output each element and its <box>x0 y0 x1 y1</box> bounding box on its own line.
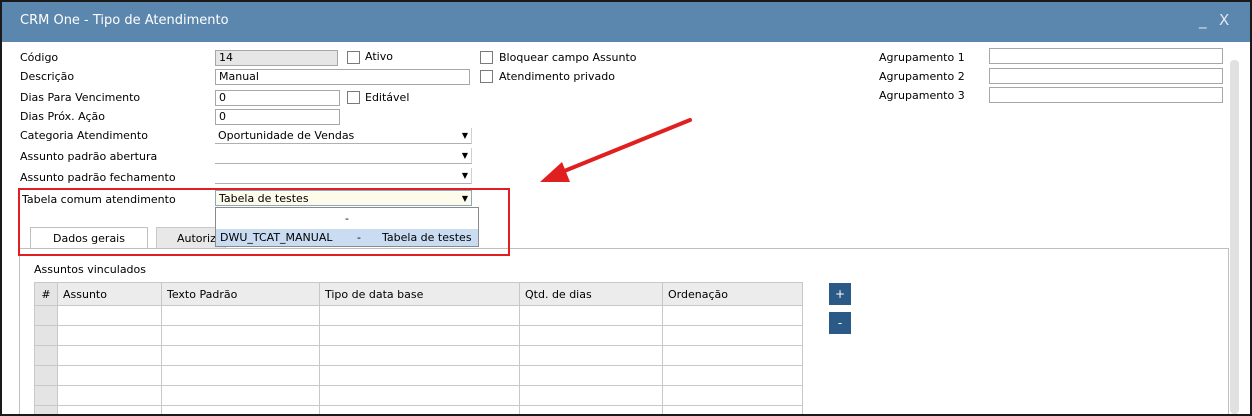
assunto-fechamento-select[interactable]: ▼ <box>215 168 472 184</box>
table-cell[interactable] <box>161 405 320 414</box>
table-cell[interactable] <box>34 345 58 366</box>
table-row[interactable] <box>34 325 803 346</box>
grid-header-row: # Assunto Texto Padrão Tipo de data base… <box>34 282 803 306</box>
table-cell[interactable] <box>319 385 520 406</box>
dias-prox-acao-field[interactable]: 0 <box>215 109 340 125</box>
column-header-index[interactable]: # <box>34 282 58 306</box>
ativo-label: Ativo <box>365 50 393 63</box>
table-cell[interactable] <box>519 345 663 366</box>
minimize-button[interactable]: _ <box>1199 11 1207 29</box>
table-cell[interactable] <box>34 325 58 346</box>
table-cell[interactable] <box>57 305 162 326</box>
table-cell[interactable] <box>57 365 162 386</box>
agrupamento-3-field[interactable] <box>989 87 1223 103</box>
table-cell[interactable] <box>662 385 803 406</box>
table-cell[interactable] <box>161 345 320 366</box>
table-row[interactable] <box>34 405 803 414</box>
table-cell[interactable] <box>519 325 663 346</box>
codigo-label: Código <box>20 51 59 64</box>
table-cell[interactable] <box>34 405 58 414</box>
atendimento-privado-label: Atendimento privado <box>499 70 615 83</box>
assuntos-grid: # Assunto Texto Padrão Tipo de data base… <box>34 282 803 414</box>
table-row[interactable] <box>34 385 803 406</box>
dias-vencimento-field[interactable]: 0 <box>215 90 340 106</box>
vertical-scrollbar[interactable] <box>1230 60 1239 414</box>
assunto-fechamento-label: Assunto padrão fechamento <box>20 171 176 184</box>
section-title: Assuntos vinculados <box>34 263 146 276</box>
agrupamento-1-label: Agrupamento 1 <box>879 51 965 64</box>
editavel-label: Editável <box>365 91 410 104</box>
column-header-qtd-dias[interactable]: Qtd. de dias <box>519 282 663 306</box>
table-cell[interactable] <box>161 305 320 326</box>
dropdown-arrow-icon[interactable]: ▼ <box>462 168 468 184</box>
title-bar: CRM One - Tipo de Atendimento _ X <box>2 2 1250 42</box>
categoria-label: Categoria Atendimento <box>20 129 148 142</box>
dropdown-arrow-icon[interactable]: ▼ <box>462 128 468 144</box>
dias-vencimento-label: Dias Para Vencimento <box>20 91 141 104</box>
column-header-assunto[interactable]: Assunto <box>57 282 162 306</box>
table-cell[interactable] <box>662 325 803 346</box>
table-cell[interactable] <box>662 305 803 326</box>
table-cell[interactable] <box>319 345 520 366</box>
table-cell[interactable] <box>161 385 320 406</box>
dias-prox-acao-label: Dias Próx. Ação <box>20 110 105 123</box>
table-cell[interactable] <box>662 405 803 414</box>
column-header-tipo-data-base[interactable]: Tipo de data base <box>319 282 520 306</box>
agrupamento-1-field[interactable] <box>989 48 1223 64</box>
window-title: CRM One - Tipo de Atendimento <box>20 13 229 28</box>
table-cell[interactable] <box>319 365 520 386</box>
grid-body <box>34 305 803 414</box>
table-cell[interactable] <box>319 325 520 346</box>
table-cell[interactable] <box>57 325 162 346</box>
codigo-field[interactable]: 14 <box>215 50 338 66</box>
categoria-select[interactable]: Oportunidade de Vendas ▼ <box>215 128 472 144</box>
table-cell[interactable] <box>662 365 803 386</box>
atendimento-privado-checkbox[interactable] <box>480 70 493 83</box>
descricao-label: Descrição <box>20 70 75 83</box>
table-cell[interactable] <box>57 385 162 406</box>
column-header-texto-padrao[interactable]: Texto Padrão <box>161 282 320 306</box>
assunto-abertura-label: Assunto padrão abertura <box>20 150 158 163</box>
table-cell[interactable] <box>34 365 58 386</box>
table-cell[interactable] <box>34 305 58 326</box>
table-cell[interactable] <box>57 345 162 366</box>
agrupamento-3-label: Agrupamento 3 <box>879 89 965 102</box>
bloquear-assunto-checkbox[interactable] <box>480 51 493 64</box>
close-button[interactable]: X <box>1219 11 1229 29</box>
column-header-ordenacao[interactable]: Ordenação <box>662 282 803 306</box>
table-cell[interactable] <box>519 305 663 326</box>
table-row[interactable] <box>34 305 803 326</box>
table-cell[interactable] <box>519 385 663 406</box>
descricao-field[interactable]: Manual <box>215 69 470 85</box>
table-cell[interactable] <box>519 405 663 414</box>
table-cell[interactable] <box>319 305 520 326</box>
table-row[interactable] <box>34 365 803 386</box>
table-cell[interactable] <box>161 365 320 386</box>
table-cell[interactable] <box>319 405 520 414</box>
ativo-checkbox[interactable] <box>347 51 360 64</box>
table-cell[interactable] <box>34 385 58 406</box>
add-row-button[interactable]: + <box>829 283 851 305</box>
categoria-value: Oportunidade de Vendas <box>218 129 355 142</box>
red-arrow-icon <box>540 118 692 182</box>
table-cell[interactable] <box>662 345 803 366</box>
editavel-checkbox[interactable] <box>347 91 360 104</box>
highlight-box <box>18 188 510 256</box>
table-cell[interactable] <box>57 405 162 414</box>
agrupamento-2-label: Agrupamento 2 <box>879 70 965 83</box>
window: CRM One - Tipo de Atendimento _ X Código… <box>0 0 1252 416</box>
table-cell[interactable] <box>519 365 663 386</box>
agrupamento-2-field[interactable] <box>989 68 1223 84</box>
remove-row-button[interactable]: - <box>829 312 851 334</box>
dropdown-arrow-icon[interactable]: ▼ <box>462 148 468 164</box>
assunto-abertura-select[interactable]: ▼ <box>215 148 472 164</box>
table-row[interactable] <box>34 345 803 366</box>
table-cell[interactable] <box>161 325 320 346</box>
bloquear-assunto-label: Bloquear campo Assunto <box>499 51 637 64</box>
